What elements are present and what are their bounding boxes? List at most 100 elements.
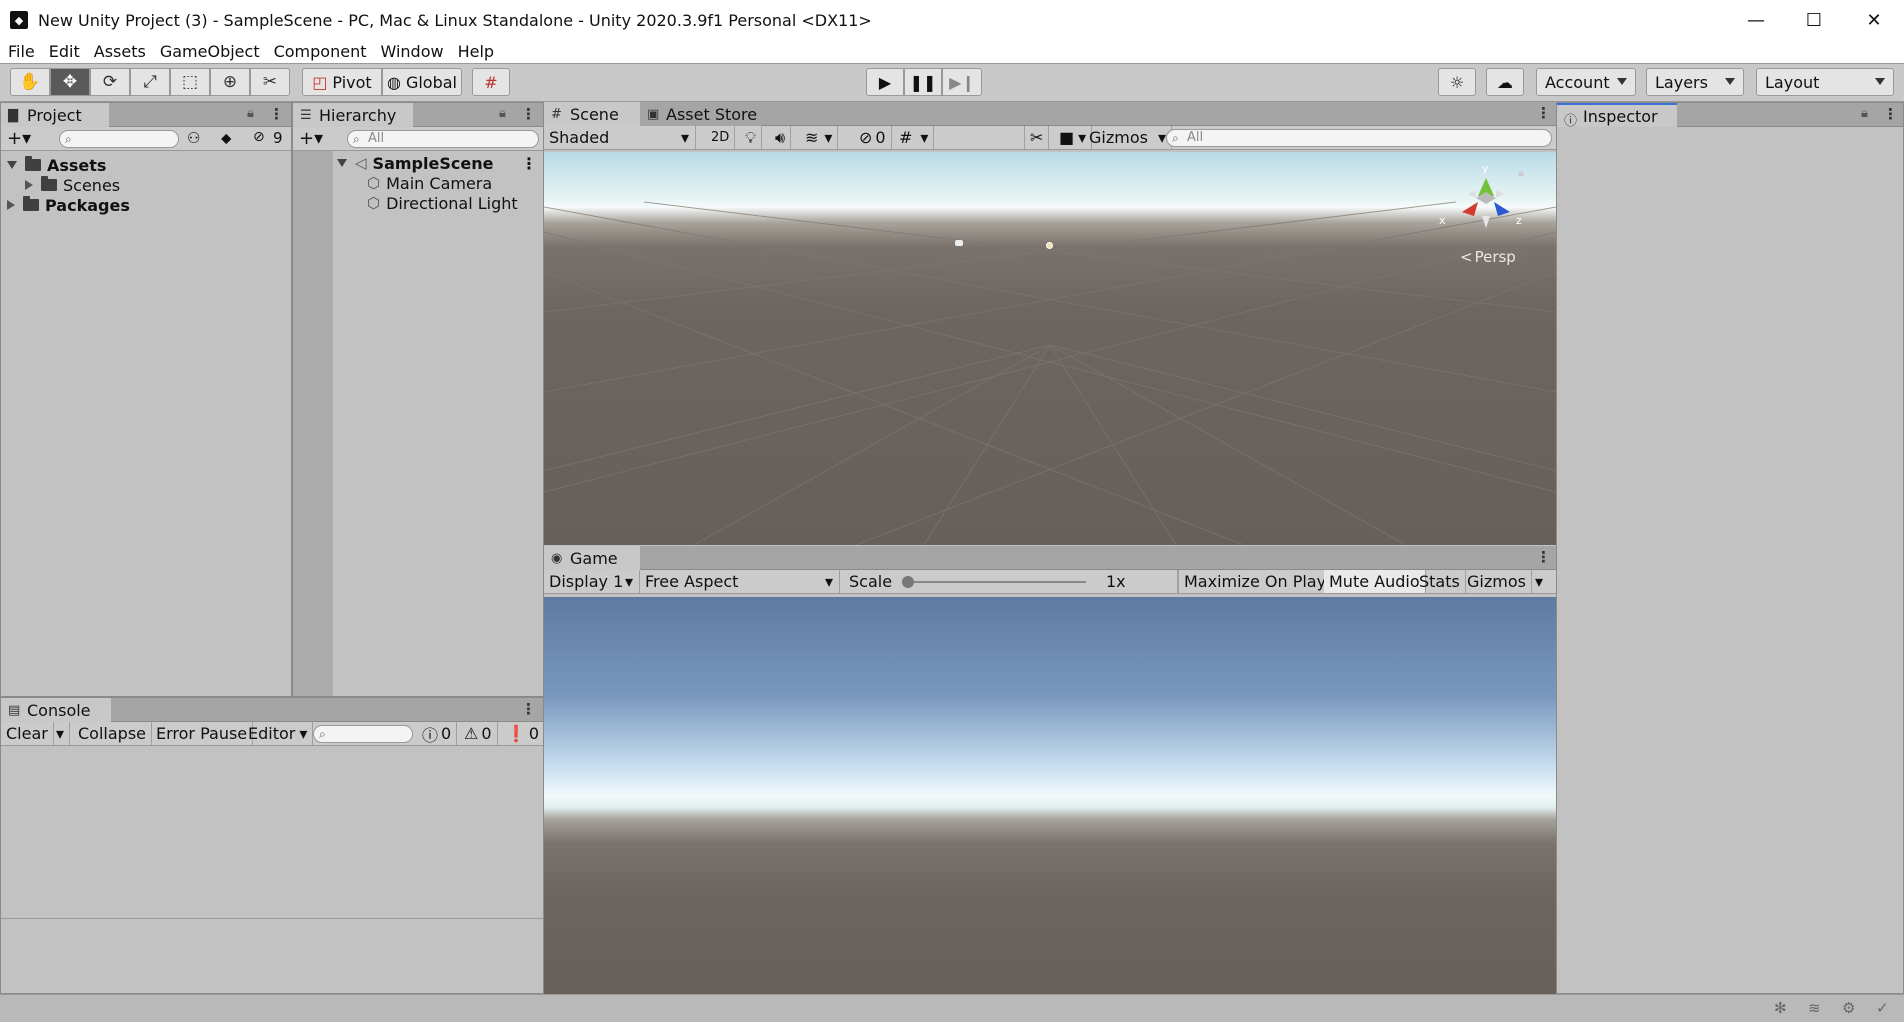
menu-file[interactable]: File (0, 42, 42, 61)
check-circle-icon[interactable]: ✓ (1876, 999, 1889, 1017)
hidden-objects-toggle[interactable]: ⊘ 0 (854, 126, 892, 149)
transform-tool-icon[interactable]: ⊕ (210, 68, 250, 96)
lock-icon[interactable]: 🔒︎ (499, 106, 506, 121)
tree-item-packages[interactable]: Packages (7, 195, 130, 215)
light-gizmo-icon[interactable] (1046, 242, 1053, 249)
game-gizmos-dropdown[interactable]: ▾ (1530, 570, 1548, 593)
menu-window[interactable]: Window (373, 42, 450, 61)
filter-type-icon[interactable]: ⚇ (187, 129, 200, 147)
tab-hierarchy[interactable]: ☰ Hierarchy (293, 103, 413, 127)
rect-tool-icon[interactable]: ⬚ (170, 68, 210, 96)
console-search-input[interactable]: ⌕ (313, 725, 413, 743)
project-search-input[interactable]: ⌕ (59, 130, 179, 148)
editor-dropdown[interactable]: Editor ▾ (243, 722, 314, 745)
collapse-button[interactable]: Collapse (73, 722, 152, 745)
lock-icon[interactable]: 🔒︎ (1861, 106, 1868, 121)
step-button[interactable]: ▶❙ (942, 68, 982, 96)
more-menu-icon[interactable]: ⋮ (1536, 548, 1551, 566)
pause-button[interactable]: ❚❚ (904, 68, 942, 96)
error-pause-button[interactable]: Error Pause (151, 722, 254, 745)
services-button[interactable]: ☼ (1438, 68, 1476, 96)
tab-scene[interactable]: # Scene (544, 102, 640, 126)
shading-mode-dropdown[interactable]: Shaded ▾ (544, 126, 696, 149)
create-plus-icon[interactable]: +▾ (7, 128, 31, 149)
maximize-on-play-toggle[interactable]: Maximize On Play (1178, 570, 1333, 593)
gizmos-dropdown[interactable]: Gizmos ▾ (1084, 126, 1172, 149)
layers-dropdown[interactable]: Layers (1646, 68, 1744, 96)
layers-stack-icon[interactable]: ≋ (1808, 999, 1821, 1017)
display-dropdown[interactable]: Display 1 ▾ (544, 570, 640, 593)
move-tool-icon[interactable]: ✥ (50, 68, 90, 96)
camera-gizmo-icon[interactable] (955, 240, 963, 246)
minimize-button[interactable]: — (1726, 0, 1786, 40)
game-viewport[interactable] (544, 597, 1556, 994)
account-dropdown[interactable]: Account (1536, 68, 1636, 96)
scale-tool-icon[interactable]: ⤢ (130, 68, 170, 96)
close-button[interactable]: ✕ (1844, 0, 1904, 40)
more-menu-icon[interactable]: ⋮ (521, 700, 536, 718)
lock-icon[interactable]: 🔒︎ (247, 106, 254, 121)
tab-console[interactable]: ▤ Console (1, 698, 111, 722)
grid-snap-button[interactable]: # (472, 68, 510, 96)
scene-search-input[interactable]: ⌕ All (1166, 129, 1552, 147)
2d-toggle[interactable]: 2D (706, 126, 736, 149)
clear-options-dropdown[interactable]: ▾ (51, 722, 71, 745)
orientation-gizmo[interactable]: x y z 🔒︎ (1436, 162, 1536, 244)
menu-help[interactable]: Help (451, 42, 501, 61)
tree-item-assets[interactable]: Assets (7, 155, 106, 175)
scene-root-item[interactable]: ◁ SampleScene ⋮ (337, 153, 541, 173)
tab-game[interactable]: ◉ Game (544, 546, 640, 570)
rotate-tool-icon[interactable]: ⟳ (90, 68, 130, 96)
scene-viewport[interactable]: x y z 🔒︎ < Persp (544, 152, 1556, 545)
hidden-packages-icon[interactable]: ⊘ (253, 129, 265, 145)
audio-toggle[interactable]: 🔊︎ (770, 126, 792, 149)
play-button[interactable]: ▶ (866, 68, 904, 96)
custom-tool-icon[interactable]: ✂ (250, 68, 290, 96)
mute-audio-toggle[interactable]: Mute Audio (1324, 570, 1426, 593)
expand-arrow-icon[interactable] (7, 161, 17, 169)
hierarchy-search-input[interactable]: ⌕ All (347, 130, 539, 148)
clear-button[interactable]: Clear (1, 722, 54, 745)
grid-dropdown[interactable]: # ▾ (894, 126, 935, 149)
more-menu-icon[interactable]: ⋮ (521, 105, 536, 123)
menu-assets[interactable]: Assets (87, 42, 153, 61)
settings-gear-icon[interactable]: ⚙ (1842, 999, 1855, 1017)
expand-arrow-icon[interactable] (337, 159, 347, 167)
log-toggle[interactable]: ⓘ 0 (417, 722, 458, 745)
tab-asset-store[interactable]: ▣ Asset Store (640, 102, 762, 126)
scale-slider-track[interactable] (906, 581, 1086, 583)
tab-project[interactable]: ▇ Project (1, 103, 109, 127)
more-menu-icon[interactable]: ⋮ (1883, 105, 1898, 123)
hand-tool-icon[interactable]: ✋ (10, 68, 50, 96)
collapse-arrow-icon[interactable] (7, 200, 15, 210)
tab-inspector[interactable]: ⓘ Inspector (1557, 103, 1677, 129)
more-menu-icon[interactable]: ⋮ (1536, 104, 1551, 122)
hierarchy-item-directional-light[interactable]: ⬡ Directional Light (367, 193, 518, 213)
effects-dropdown[interactable]: ≋ ▾ (800, 126, 839, 149)
menu-edit[interactable]: Edit (42, 42, 87, 61)
tree-item-scenes[interactable]: Scenes (25, 175, 120, 195)
scale-slider-thumb[interactable] (902, 576, 914, 588)
aspect-dropdown[interactable]: Free Aspect ▾ (640, 570, 840, 593)
more-menu-icon[interactable]: ⋮ (269, 105, 284, 123)
filter-label-icon[interactable]: ⬥ (221, 129, 232, 147)
error-toggle[interactable]: ❗ 0 (501, 722, 544, 745)
collab-button[interactable]: ☁ (1486, 68, 1524, 96)
global-toggle[interactable]: ◍ Global (382, 68, 462, 96)
collapse-arrow-icon[interactable] (25, 180, 33, 190)
more-menu-icon[interactable]: ⋮ (521, 154, 537, 173)
pivot-toggle[interactable]: ◰ Pivot (302, 68, 382, 96)
lock-icon[interactable]: 🔒︎ (1518, 166, 1524, 180)
game-gizmos-toggle[interactable]: Gizmos (1462, 570, 1532, 593)
layout-dropdown[interactable]: Layout (1756, 68, 1894, 96)
stats-toggle[interactable]: Stats (1414, 570, 1466, 593)
create-plus-icon[interactable]: +▾ (299, 128, 323, 149)
menu-gameobject[interactable]: GameObject (153, 42, 267, 61)
warning-toggle[interactable]: ⚠ 0 (459, 722, 498, 745)
lighting-toggle[interactable]: 💡︎ (740, 126, 763, 149)
menu-component[interactable]: Component (267, 42, 374, 61)
maximize-button[interactable]: ☐ (1784, 0, 1844, 40)
tools-button[interactable]: ✂ (1024, 126, 1050, 149)
hierarchy-item-main-camera[interactable]: ⬡ Main Camera (367, 173, 492, 193)
persp-toggle[interactable]: < Persp (1460, 248, 1516, 266)
